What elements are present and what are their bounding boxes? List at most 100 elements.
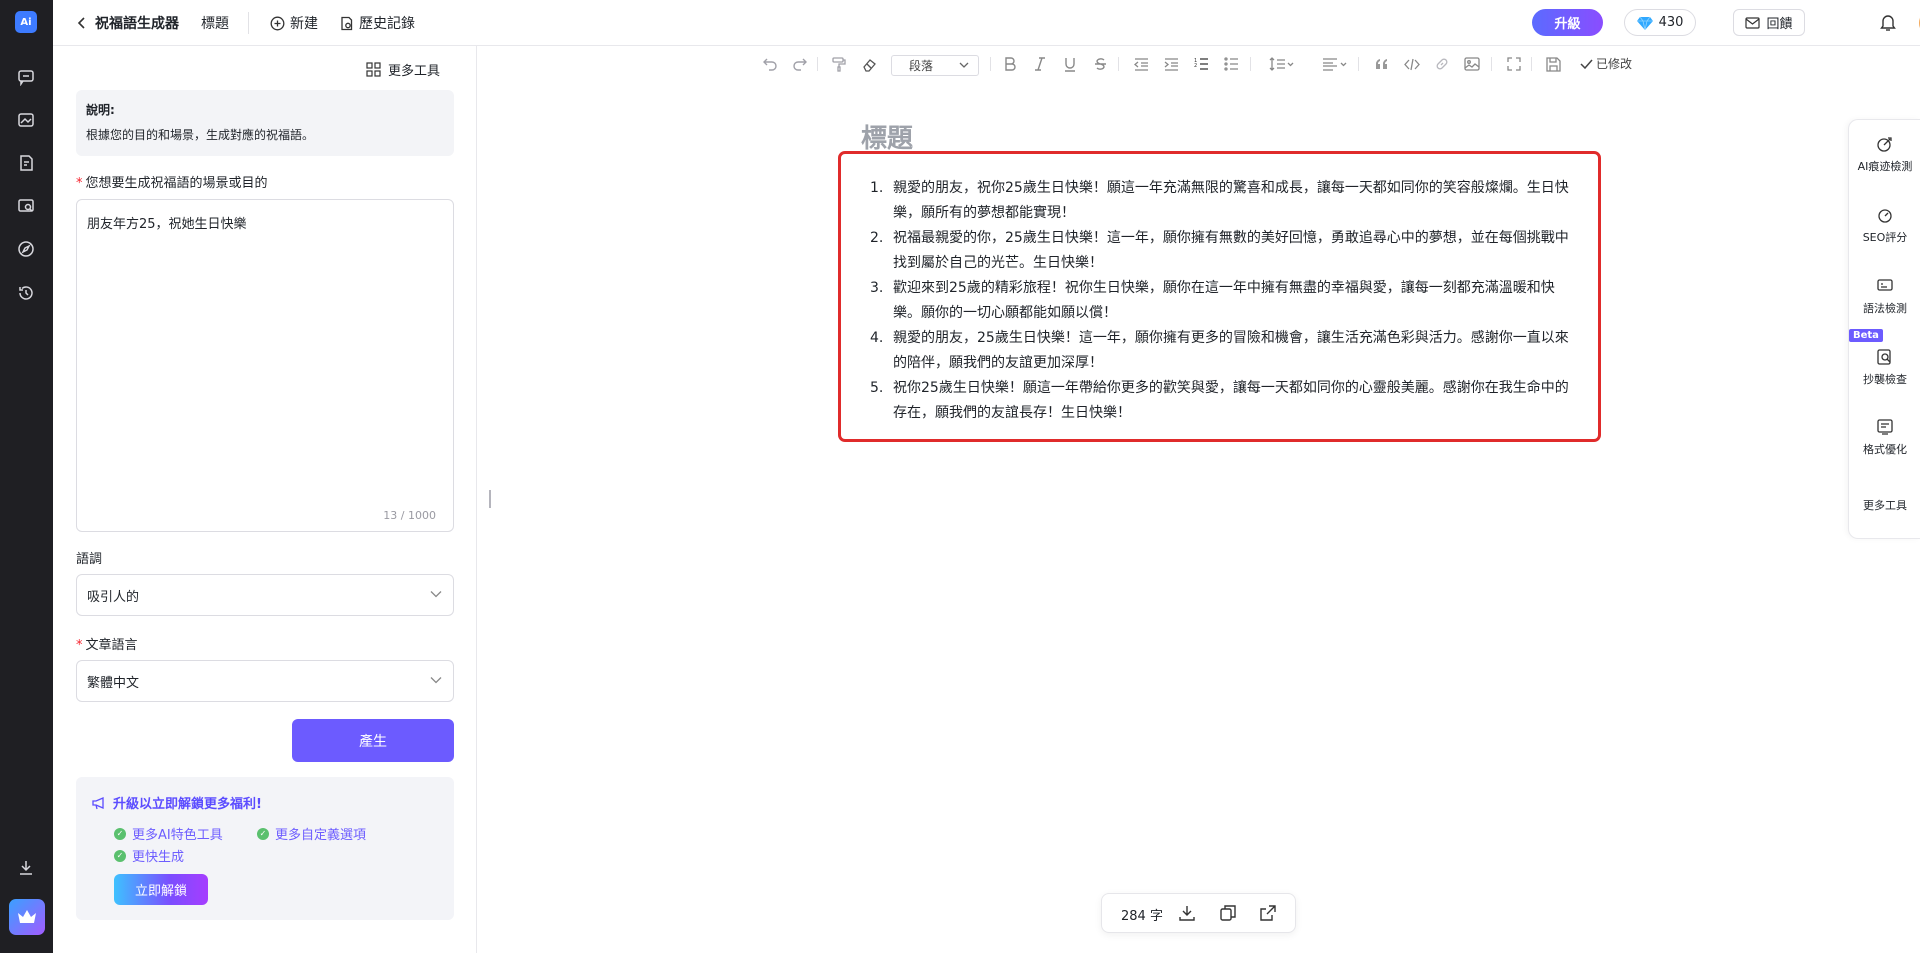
line-height-icon[interactable] — [1268, 55, 1296, 73]
language-value: 繁體中文 — [87, 675, 140, 691]
grammar-check-tool[interactable]: 語法檢測 — [1849, 277, 1920, 316]
check-icon: ✓ — [114, 849, 126, 862]
plagiarism-icon — [1877, 349, 1891, 365]
underline-icon[interactable] — [1061, 55, 1079, 73]
promo-title: 升級以立即解鎖更多福利! — [113, 797, 262, 812]
download-icon[interactable] — [15, 857, 37, 879]
doc-title-tab[interactable]: 標題 — [201, 0, 229, 46]
unlock-button[interactable]: 立即解鎖 — [114, 874, 208, 905]
bell-icon[interactable] — [1879, 13, 1897, 32]
upgrade-promo: 升級以立即解鎖更多福利! ✓ 更多AI特色工具 ✓ 更多自定義選項 ✓ 更快生成 立即… — [76, 777, 454, 920]
crown-icon[interactable] — [9, 899, 45, 935]
undo-icon[interactable] — [761, 55, 779, 73]
new-button[interactable]: 新建 — [270, 0, 318, 46]
editor-toolbar: 段落 12 已修改 — [478, 46, 1848, 80]
chevron-down-icon — [430, 677, 442, 684]
credits-count: 430 — [1658, 15, 1684, 30]
megaphone-icon — [92, 796, 104, 809]
credits-badge[interactable]: 430 — [1624, 9, 1696, 36]
search-document-icon[interactable] — [15, 195, 37, 217]
promo-feature: ✓ 更快生成 — [114, 846, 184, 865]
language-select[interactable]: 繁體中文 — [76, 660, 454, 702]
more-tools-button[interactable]: 更多工具 — [366, 58, 440, 80]
image-insert-icon[interactable] — [1463, 55, 1481, 73]
word-count-bar: 284 字 — [1101, 893, 1296, 933]
align-icon[interactable] — [1321, 55, 1349, 73]
check-icon: ✓ — [257, 827, 269, 840]
list-item: 5. 祝你25歲生日快樂！願這一年帶給你更多的歡笑與愛，讓每一天都如同你的心靈般美… — [870, 380, 1569, 421]
top-bar: 祝福語生成器 標題 新建 歷史記錄 升級 430 回饋 — [53, 0, 1920, 46]
chevron-down-icon — [430, 591, 442, 598]
redo-icon[interactable] — [791, 55, 809, 73]
fullscreen-icon[interactable] — [1505, 55, 1523, 73]
left-rail: Ai — [0, 0, 53, 953]
eraser-icon[interactable] — [860, 55, 878, 73]
blessing-list[interactable]: 1. 親愛的朋友，祝你25歲生日快樂！願這一年充滿無限的驚喜和成長，讓每一天都如同… — [870, 176, 1575, 426]
plagiarism-check-tool[interactable]: 抄襲檢查 — [1849, 348, 1920, 387]
check-icon — [1580, 59, 1593, 69]
scene-input[interactable]: 朋友年方25，祝她生日快樂 13 / 1000 — [76, 199, 454, 532]
more-tools-tool[interactable]: 更多工具 — [1849, 497, 1920, 513]
save-icon[interactable] — [1544, 55, 1562, 73]
history-button[interactable]: 歷史記錄 — [339, 0, 415, 46]
image-icon[interactable] — [15, 109, 37, 131]
more-tools-label: 更多工具 — [388, 63, 441, 79]
quote-icon[interactable] — [1373, 55, 1391, 73]
promo-header: 升級以立即解鎖更多福利! — [91, 793, 262, 812]
document-title[interactable]: 標題 — [861, 118, 913, 155]
ai-detect-tool[interactable]: AI痕迹檢測 — [1849, 135, 1920, 174]
ordered-list-icon[interactable]: 12 — [1192, 55, 1210, 73]
new-label: 新建 — [290, 16, 318, 32]
list-item: 3. 歡迎來到25歲的精彩旅程！祝你生日快樂，願你在這一年中擁有無盡的幸福與愛，讓… — [870, 280, 1555, 321]
language-label: * 文章語言 — [76, 638, 138, 653]
scene-value: 朋友年方25，祝她生日快樂 — [87, 217, 247, 232]
gauge-icon — [1878, 209, 1892, 223]
italic-icon[interactable] — [1031, 55, 1049, 73]
chevron-down-icon — [959, 62, 969, 68]
svg-text:2: 2 — [1194, 63, 1197, 69]
compass-icon[interactable] — [15, 238, 37, 260]
seo-score-tool[interactable]: SEO評分 — [1849, 206, 1920, 245]
history-label: 歷史記錄 — [359, 16, 415, 32]
top-divider — [248, 12, 249, 34]
upgrade-button[interactable]: 升級 — [1532, 9, 1603, 36]
bullet-list-icon[interactable] — [1222, 55, 1240, 73]
grid-icon — [366, 61, 381, 77]
format-painter-icon[interactable] — [830, 55, 848, 73]
download-icon[interactable] — [1178, 904, 1196, 922]
indent-icon[interactable] — [1162, 55, 1180, 73]
history-icon[interactable] — [15, 282, 37, 304]
plus-circle-icon — [270, 16, 285, 30]
mail-icon — [1745, 16, 1761, 29]
generate-button[interactable]: 產生 — [292, 719, 454, 762]
tone-value: 吸引人的 — [87, 589, 140, 605]
bold-icon[interactable] — [1001, 55, 1019, 73]
format-optimize-tool[interactable]: 格式優化 — [1849, 418, 1920, 457]
ai-detect-icon — [1877, 137, 1892, 152]
beta-badge: Beta — [1849, 329, 1883, 342]
outdent-icon[interactable] — [1132, 55, 1150, 73]
code-icon[interactable] — [1403, 55, 1421, 73]
modified-label: 已修改 — [1596, 57, 1633, 71]
right-tools-sidebar: AI痕迹檢測 SEO評分 語法檢測 Beta 抄襲檢查 格式優化 更多工具 — [1848, 119, 1920, 539]
app-logo-icon[interactable]: Ai — [15, 11, 37, 33]
description-title: 說明: — [86, 103, 115, 117]
document-edit-icon[interactable] — [15, 152, 37, 174]
generator-panel: 更多工具 說明: 根據您的目的和場景，生成對應的祝福語。 * 您想要生成祝福語的場… — [53, 46, 477, 953]
strikethrough-icon[interactable] — [1091, 55, 1109, 73]
format-icon — [1877, 419, 1893, 435]
scene-label: * 您想要生成祝福語的場景或目的 — [76, 176, 268, 191]
paragraph-select[interactable]: 段落 — [891, 55, 979, 76]
back-button[interactable]: 祝福語生成器 — [77, 0, 179, 46]
check-icon: ✓ — [114, 827, 126, 840]
tone-select[interactable]: 吸引人的 — [76, 574, 454, 616]
resize-handle[interactable] — [489, 490, 492, 508]
link-icon[interactable] — [1433, 55, 1451, 73]
description-text: 根據您的目的和場景，生成對應的祝福語。 — [86, 128, 315, 142]
chat-icon[interactable] — [15, 66, 37, 88]
description-box: 說明: 根據您的目的和場景，生成對應的祝福語。 — [76, 90, 454, 156]
feedback-button[interactable]: 回饋 — [1733, 9, 1805, 36]
share-icon[interactable] — [1259, 904, 1277, 922]
copy-icon[interactable] — [1219, 904, 1237, 922]
char-counter: 13 / 1000 — [383, 509, 436, 522]
